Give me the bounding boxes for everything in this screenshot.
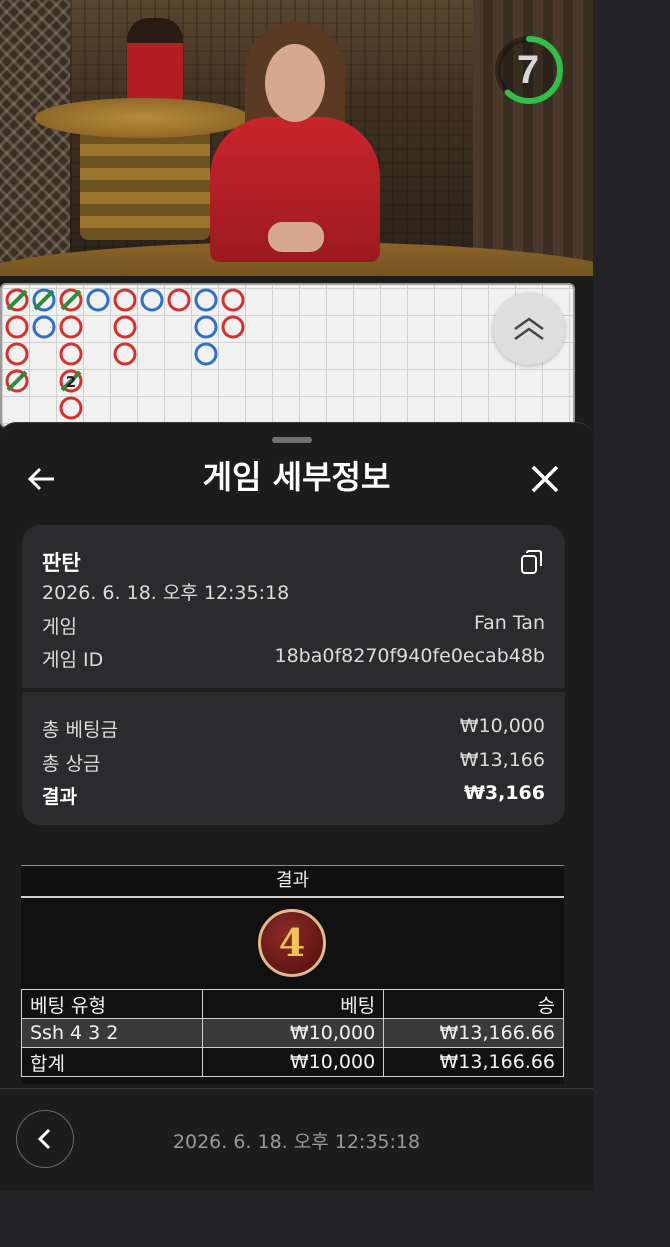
copy-icon[interactable] [520,549,544,575]
arrow-left-icon [27,467,54,491]
total-win-label: 총 상금 [42,753,101,775]
road-mark-blue [194,342,218,366]
game-datetime: 2026. 6. 18. 오후 12:35:18 [42,582,290,604]
sheet-drag-handle[interactable] [272,437,312,443]
road-mark-red [113,342,137,366]
total-bet-cell: ₩10,000 [202,1047,385,1077]
previous-round-button[interactable] [16,1110,74,1168]
road-mark-red [59,342,83,366]
bets-table-header: 베팅 유형 베팅 승 [20,989,564,1019]
road-mark-blue [140,288,164,312]
table-total-row: 합계 ₩10,000 ₩13,166.66 [20,1047,564,1077]
expand-road-button[interactable] [493,293,565,365]
countdown-timer: 7 [492,30,572,110]
total-bet-label: 총 베팅금 [42,719,118,741]
background-dealer [127,18,183,102]
net-result-label: 결과 [42,786,77,808]
background-lattice [0,0,70,276]
road-mark-red [221,288,245,312]
road-tie-count: 2 [66,373,76,391]
card-divider [22,688,565,692]
road-mark-blue [194,288,218,312]
game-app: 7 2 게임 세부정보 판탄 2026. 6. 18. 오후 12:35:18 … [0,0,593,1190]
dealer [210,22,380,262]
sheet-title: 게임 세부정보 [202,458,391,496]
bet-amount-cell: ₩10,000 [202,1018,385,1048]
game-label: 게임 [42,616,77,638]
bets-table: 베팅 유형 베팅 승 Ssh 4 3 2 ₩10,000 ₩13,166.66 … [20,989,564,1077]
outcome-coin: 4 [258,909,326,977]
road-mark-blue [32,315,56,339]
total-win-cell: ₩13,166.66 [383,1047,564,1077]
net-result-value: ₩3,166 [463,782,545,804]
col-bet-type: 베팅 유형 [20,989,204,1019]
chevron-left-icon [37,1128,51,1150]
road-mark-red [59,315,83,339]
col-bet: 베팅 [202,989,385,1019]
results-section: 결과 4 베팅 유형 베팅 승 Ssh 4 3 2 ₩10,000 ₩13,16… [20,865,564,1084]
bead-road: 2 [0,283,575,428]
road-mark-red [167,288,191,312]
history-footer: 2026. 6. 18. 오후 12:35:18 [0,1088,593,1190]
footer-datetime: 2026. 6. 18. 오후 12:35:18 [172,1131,421,1153]
page-gutter [0,1190,670,1247]
road-mark-red [5,342,29,366]
table-row: Ssh 4 3 2 ₩10,000 ₩13,166.66 [20,1018,564,1048]
col-win: 승 [383,989,564,1019]
total-bet-value: ₩10,000 [459,715,545,737]
road-mark-red [113,288,137,312]
double-chevron-up-icon [514,317,544,341]
results-header: 결과 [21,866,564,898]
countdown-number: 7 [516,48,540,92]
road-mark-red [59,396,83,420]
road-mark-blue [86,288,110,312]
live-video-feed: 7 [0,0,593,276]
close-icon [531,465,559,493]
outcome-number: 4 [278,920,306,965]
game-title: 판탄 [42,551,81,575]
total-type-cell: 합계 [20,1047,204,1077]
win-amount-cell: ₩13,166.66 [383,1018,564,1048]
game-value: Fan Tan [473,612,545,634]
road-mark-blue [194,315,218,339]
close-button[interactable] [527,461,563,497]
road-mark-red [221,315,245,339]
road-mark-red [5,315,29,339]
bead-road-marks: 2 [5,288,245,420]
total-win-value: ₩13,166 [459,749,545,771]
bet-type-cell: Ssh 4 3 2 [20,1018,204,1048]
road-mark-red [113,315,137,339]
back-button[interactable] [24,461,60,497]
game-id-value: 18ba0f8270f940fe0ecab48b [274,645,545,667]
game-summary-card: 판탄 2026. 6. 18. 오후 12:35:18 게임 Fan Tan 게… [22,525,565,825]
game-details-sheet: 게임 세부정보 판탄 2026. 6. 18. 오후 12:35:18 게임 F… [0,422,593,1089]
game-id-label: 게임 ID [42,649,104,671]
background-table-base [80,120,210,240]
